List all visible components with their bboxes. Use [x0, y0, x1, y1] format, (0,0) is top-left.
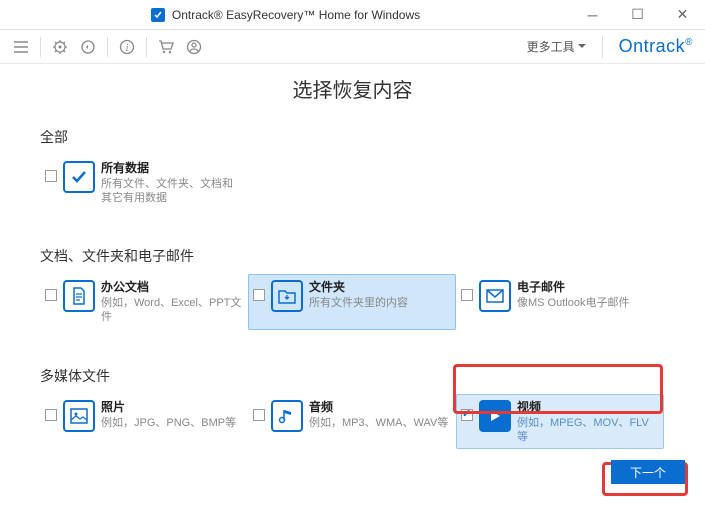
option-audio-title: 音频 [309, 399, 448, 416]
next-button[interactable]: 下一个 [611, 460, 685, 484]
option-all-data-title: 所有数据 [101, 160, 243, 177]
option-photo[interactable]: 照片 例如，JPG、PNG、BMP等 [40, 394, 248, 449]
maximize-button[interactable]: ☐ [615, 0, 660, 30]
option-email-desc: 像MS Outlook电子邮件 [517, 296, 629, 310]
toolbar-right: 更多工具 Ontrack® [527, 36, 693, 58]
chevron-down-icon [578, 44, 586, 49]
option-email-title: 电子邮件 [517, 279, 629, 296]
toolbar-left: i [12, 37, 203, 57]
option-office-title: 办公文档 [101, 279, 243, 296]
brand-logo: Ontrack® [619, 36, 693, 57]
user-icon[interactable] [185, 38, 203, 56]
more-tools-dropdown[interactable]: 更多工具 [527, 38, 586, 55]
separator [40, 37, 41, 57]
option-video[interactable]: 视频 例如，MPEG、MOV、FLV等 [456, 394, 664, 449]
separator [107, 37, 108, 57]
info-icon[interactable]: i [118, 38, 136, 56]
option-audio[interactable]: 音频 例如，MP3、WMA、WAV等 [248, 394, 456, 449]
window-controls: ─ ☐ ✕ [570, 0, 705, 30]
option-photo-title: 照片 [101, 399, 236, 416]
separator [602, 36, 603, 58]
option-office-desc: 例如，Word、Excel、PPT文件 [101, 296, 243, 325]
option-folder[interactable]: 文件夹 所有文件夹里的内容 [248, 274, 456, 329]
close-button[interactable]: ✕ [660, 0, 705, 30]
cart-icon[interactable] [157, 38, 175, 56]
checkbox-office[interactable] [45, 289, 57, 301]
option-all-data[interactable]: 所有数据 所有文件、文件夹、文档和其它有用数据 [40, 155, 248, 210]
checkbox-all-data[interactable] [45, 170, 57, 182]
option-all-data-desc: 所有文件、文件夹、文档和其它有用数据 [101, 177, 243, 206]
refresh-icon[interactable] [79, 38, 97, 56]
app-title: Ontrack® EasyRecovery™ Home for Windows [172, 8, 420, 22]
main-panel: 选择恢复内容 全部 所有数据 所有文件、文件夹、文档和其它有用数据 文档、文件夹… [0, 64, 705, 449]
more-tools-label: 更多工具 [527, 38, 575, 55]
music-note-icon [271, 400, 303, 432]
section-docs-title: 文档、文件夹和电子邮件 [40, 246, 665, 266]
checkbox-audio[interactable] [253, 409, 265, 421]
play-icon [479, 400, 511, 432]
option-video-desc: 例如，MPEG、MOV、FLV等 [517, 416, 659, 445]
folder-download-icon [271, 280, 303, 312]
content-area: 选择恢复内容 全部 所有数据 所有文件、文件夹、文档和其它有用数据 文档、文件夹… [0, 64, 705, 504]
checkbox-folder[interactable] [253, 289, 265, 301]
option-photo-desc: 例如，JPG、PNG、BMP等 [101, 416, 236, 430]
option-video-title: 视频 [517, 399, 659, 416]
option-email[interactable]: 电子邮件 像MS Outlook电子邮件 [456, 274, 664, 329]
minimize-button[interactable]: ─ [570, 0, 615, 30]
page-title: 选择恢复内容 [40, 74, 665, 103]
document-icon [63, 280, 95, 312]
toolbar: i 更多工具 Ontrack® [0, 30, 705, 64]
option-folder-title: 文件夹 [309, 279, 408, 296]
gear-icon[interactable] [51, 38, 69, 56]
app-icon [150, 7, 166, 23]
menu-icon[interactable] [12, 38, 30, 56]
checkmark-icon [63, 161, 95, 193]
titlebar: Ontrack® EasyRecovery™ Home for Windows … [0, 0, 705, 30]
separator [146, 37, 147, 57]
envelope-icon [479, 280, 511, 312]
image-icon [63, 400, 95, 432]
option-folder-desc: 所有文件夹里的内容 [309, 296, 408, 310]
checkbox-email[interactable] [461, 289, 473, 301]
svg-text:i: i [126, 43, 129, 54]
section-all: 全部 所有数据 所有文件、文件夹、文档和其它有用数据 [40, 127, 665, 210]
section-all-title: 全部 [40, 127, 665, 147]
section-media: 多媒体文件 照片 例如，JPG、PNG、BMP等 音频 例如，MP3、WMA、W… [40, 366, 665, 449]
titlebar-title-area: Ontrack® EasyRecovery™ Home for Windows [0, 7, 570, 23]
option-audio-desc: 例如，MP3、WMA、WAV等 [309, 416, 448, 430]
checkbox-photo[interactable] [45, 409, 57, 421]
checkbox-video[interactable] [461, 409, 473, 421]
section-media-title: 多媒体文件 [40, 366, 665, 386]
section-docs: 文档、文件夹和电子邮件 办公文档 例如，Word、Excel、PPT文件 文件夹… [40, 246, 665, 329]
option-office[interactable]: 办公文档 例如，Word、Excel、PPT文件 [40, 274, 248, 329]
